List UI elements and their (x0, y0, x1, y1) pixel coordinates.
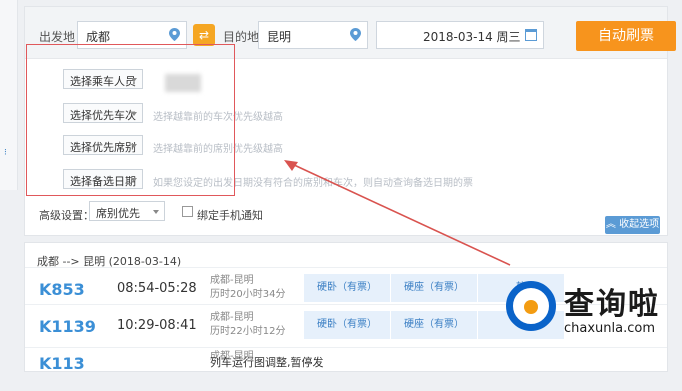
annotation-arrow-line (291, 163, 511, 266)
logo-icon (506, 281, 556, 331)
watermark-cn: 查询啦 (564, 287, 660, 322)
site-watermark-logo: 查询啦 chaxunla.com (502, 275, 682, 363)
logo-dot (524, 300, 538, 314)
watermark-en: chaxunla.com (564, 321, 655, 336)
